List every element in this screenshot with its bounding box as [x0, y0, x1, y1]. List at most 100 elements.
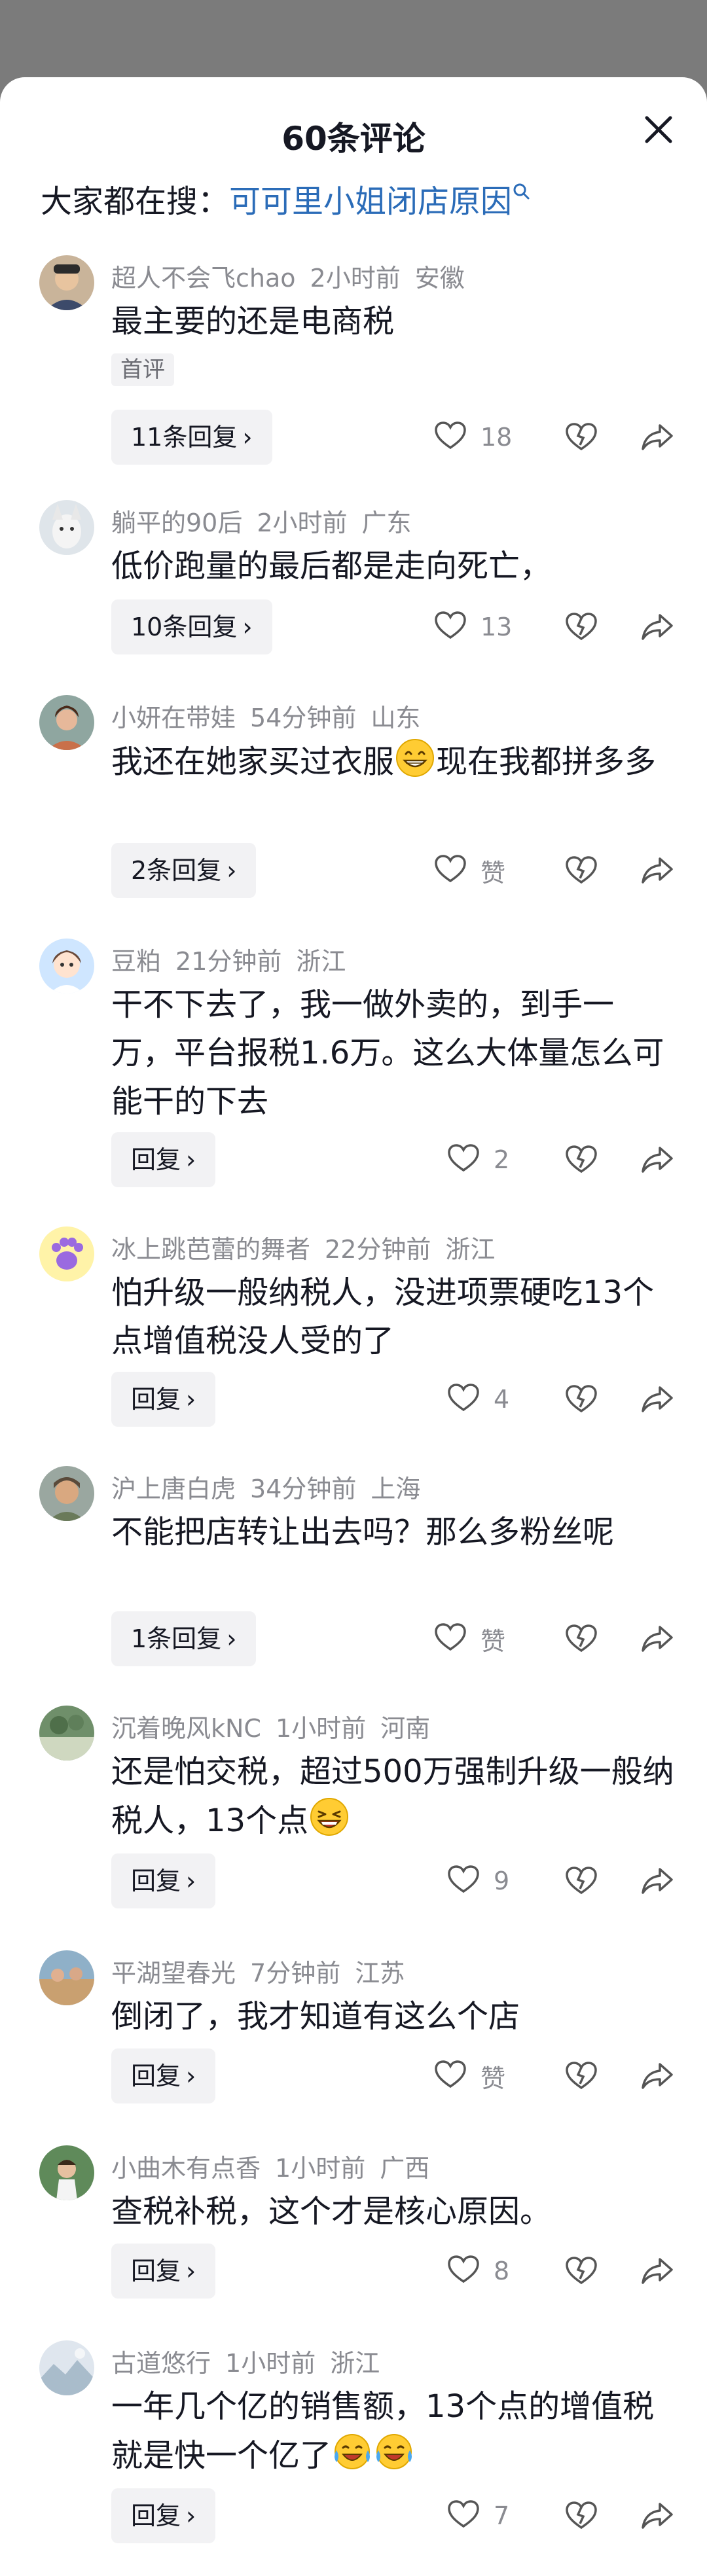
comment-time: 1小时前	[275, 2154, 366, 2183]
comment-username[interactable]: 平湖望春光	[111, 1959, 236, 1988]
chevron-right-icon: ›	[186, 1145, 196, 1174]
trending-search-keyword[interactable]: 可可里小姐闭店原因	[229, 183, 512, 220]
reply-label: 2条回复	[131, 856, 222, 885]
reply-label: 10条回复	[131, 613, 238, 641]
like-button[interactable]: 7	[445, 2488, 563, 2543]
avatar[interactable]	[39, 1950, 94, 2005]
comment-username[interactable]: 豆粕	[111, 947, 161, 976]
dislike-icon[interactable]	[563, 2253, 600, 2289]
share-icon[interactable]	[639, 2497, 676, 2534]
like-button[interactable]: 8	[445, 2244, 563, 2299]
view-replies-button[interactable]: 2条回复 ›	[111, 843, 257, 898]
reply-label: 回复	[131, 1145, 181, 1174]
comment-username[interactable]: 躺平的90后	[111, 509, 242, 537]
dislike-icon[interactable]	[563, 852, 600, 889]
view-replies-button[interactable]: 11条回复 ›	[111, 410, 272, 465]
avatar[interactable]	[39, 2340, 94, 2395]
comment-text-part: 现在我都拼多多	[436, 743, 657, 780]
dislike-icon[interactable]	[563, 609, 600, 645]
comment-meta: 小曲木有点香 1小时前 广西	[111, 2148, 444, 2184]
comment-username[interactable]: 冰上跳芭蕾的舞者	[111, 1235, 310, 1264]
like-button[interactable]: 2	[445, 1132, 563, 1187]
dislike-icon[interactable]	[563, 419, 600, 456]
view-replies-button[interactable]: 1条回复 ›	[111, 1611, 257, 1666]
chevron-right-icon: ›	[186, 1867, 196, 1895]
avatar[interactable]	[39, 1226, 94, 1281]
dislike-icon[interactable]	[563, 2497, 600, 2534]
dislike-icon[interactable]	[563, 1141, 600, 1178]
search-icon	[512, 173, 532, 209]
like-count: 18	[480, 423, 513, 452]
avatar[interactable]	[39, 255, 94, 310]
like-button[interactable]: 赞	[432, 2048, 550, 2103]
share-icon[interactable]	[639, 1141, 676, 1178]
comment-actions: 13	[432, 599, 707, 654]
dislike-icon[interactable]	[563, 1863, 600, 1899]
view-replies-button[interactable]: 回复 ›	[111, 2488, 216, 2543]
share-icon[interactable]	[639, 1381, 676, 1418]
comment-actions: 4	[432, 1372, 707, 1427]
comment-actions: 2	[432, 1132, 707, 1187]
comment-meta: 超人不会飞chao 2小时前 安徽	[111, 258, 479, 294]
view-replies-button[interactable]: 回复 ›	[111, 2048, 216, 2103]
share-icon[interactable]	[639, 419, 676, 456]
dislike-icon[interactable]	[563, 1381, 600, 1418]
comment-text: 我还在她家买过衣服 现在我都拼多多	[111, 737, 674, 786]
reply-label: 回复	[131, 2501, 181, 2530]
reply-label: 回复	[131, 2062, 181, 2090]
comment-meta: 小妍在带娃 54分钟前 山东	[111, 698, 435, 734]
like-count: 13	[480, 613, 513, 641]
comment-time: 2小时前	[257, 509, 348, 537]
avatar[interactable]	[39, 1706, 94, 1761]
comment-text: 低价跑量的最后都是走向死亡，	[111, 548, 552, 584]
chevron-right-icon: ›	[242, 613, 253, 641]
view-replies-button[interactable]: 回复 ›	[111, 1853, 216, 1908]
heart-icon	[445, 1380, 482, 1419]
chevron-right-icon: ›	[242, 423, 253, 452]
avatar[interactable]	[39, 2145, 94, 2200]
share-icon[interactable]	[639, 1620, 676, 1657]
comment-time: 2小时前	[310, 264, 401, 293]
like-button[interactable]: 18	[432, 410, 550, 465]
like-button[interactable]: 9	[445, 1853, 563, 1908]
share-icon[interactable]	[639, 2253, 676, 2289]
avatar[interactable]	[39, 695, 94, 750]
avatar[interactable]	[39, 939, 94, 993]
heart-icon	[432, 2056, 469, 2096]
comment-username[interactable]: 小妍在带娃	[111, 704, 236, 732]
view-replies-button[interactable]: 回复 ›	[111, 2244, 216, 2299]
like-button[interactable]: 13	[432, 599, 550, 654]
share-icon[interactable]	[639, 852, 676, 889]
heart-icon	[445, 1861, 482, 1901]
avatar[interactable]	[39, 500, 94, 555]
view-replies-button[interactable]: 10条回复 ›	[111, 599, 272, 654]
like-count: 8	[494, 2257, 510, 2285]
view-replies-button[interactable]: 回复 ›	[111, 1372, 216, 1427]
chevron-right-icon: ›	[186, 2062, 196, 2090]
dislike-icon[interactable]	[563, 1620, 600, 1657]
comment-username[interactable]: 超人不会飞chao	[111, 264, 296, 293]
share-icon[interactable]	[639, 1863, 676, 1899]
comment-username[interactable]: 沪上唐白虎	[111, 1475, 236, 1503]
comment-actions: 赞	[432, 843, 707, 898]
comment-text: 不能把店转让出去吗？那么多粉丝呢	[111, 1514, 615, 1550]
comment-location: 安徽	[414, 264, 465, 293]
close-icon[interactable]	[639, 110, 678, 149]
grin-emoji	[394, 737, 436, 779]
comment-username[interactable]: 古道悠行	[111, 2349, 211, 2378]
comment-username[interactable]: 小曲木有点香	[111, 2154, 261, 2183]
comment-username[interactable]: 沉着晚风kNC	[111, 1714, 261, 1743]
like-count: 赞	[480, 1626, 506, 1656]
trending-search-prefix: 大家都在搜：	[41, 183, 230, 220]
heart-icon	[445, 1140, 482, 1179]
share-icon[interactable]	[639, 609, 676, 645]
like-button[interactable]: 赞	[432, 1611, 550, 1666]
like-button[interactable]: 4	[445, 1372, 563, 1427]
like-button[interactable]: 赞	[432, 843, 550, 898]
comment-actions: 18	[432, 410, 707, 465]
reply-label: 11条回复	[131, 423, 238, 452]
share-icon[interactable]	[639, 2058, 676, 2094]
dislike-icon[interactable]	[563, 2058, 600, 2094]
view-replies-button[interactable]: 回复 ›	[111, 1132, 216, 1187]
avatar[interactable]	[39, 1466, 94, 1521]
